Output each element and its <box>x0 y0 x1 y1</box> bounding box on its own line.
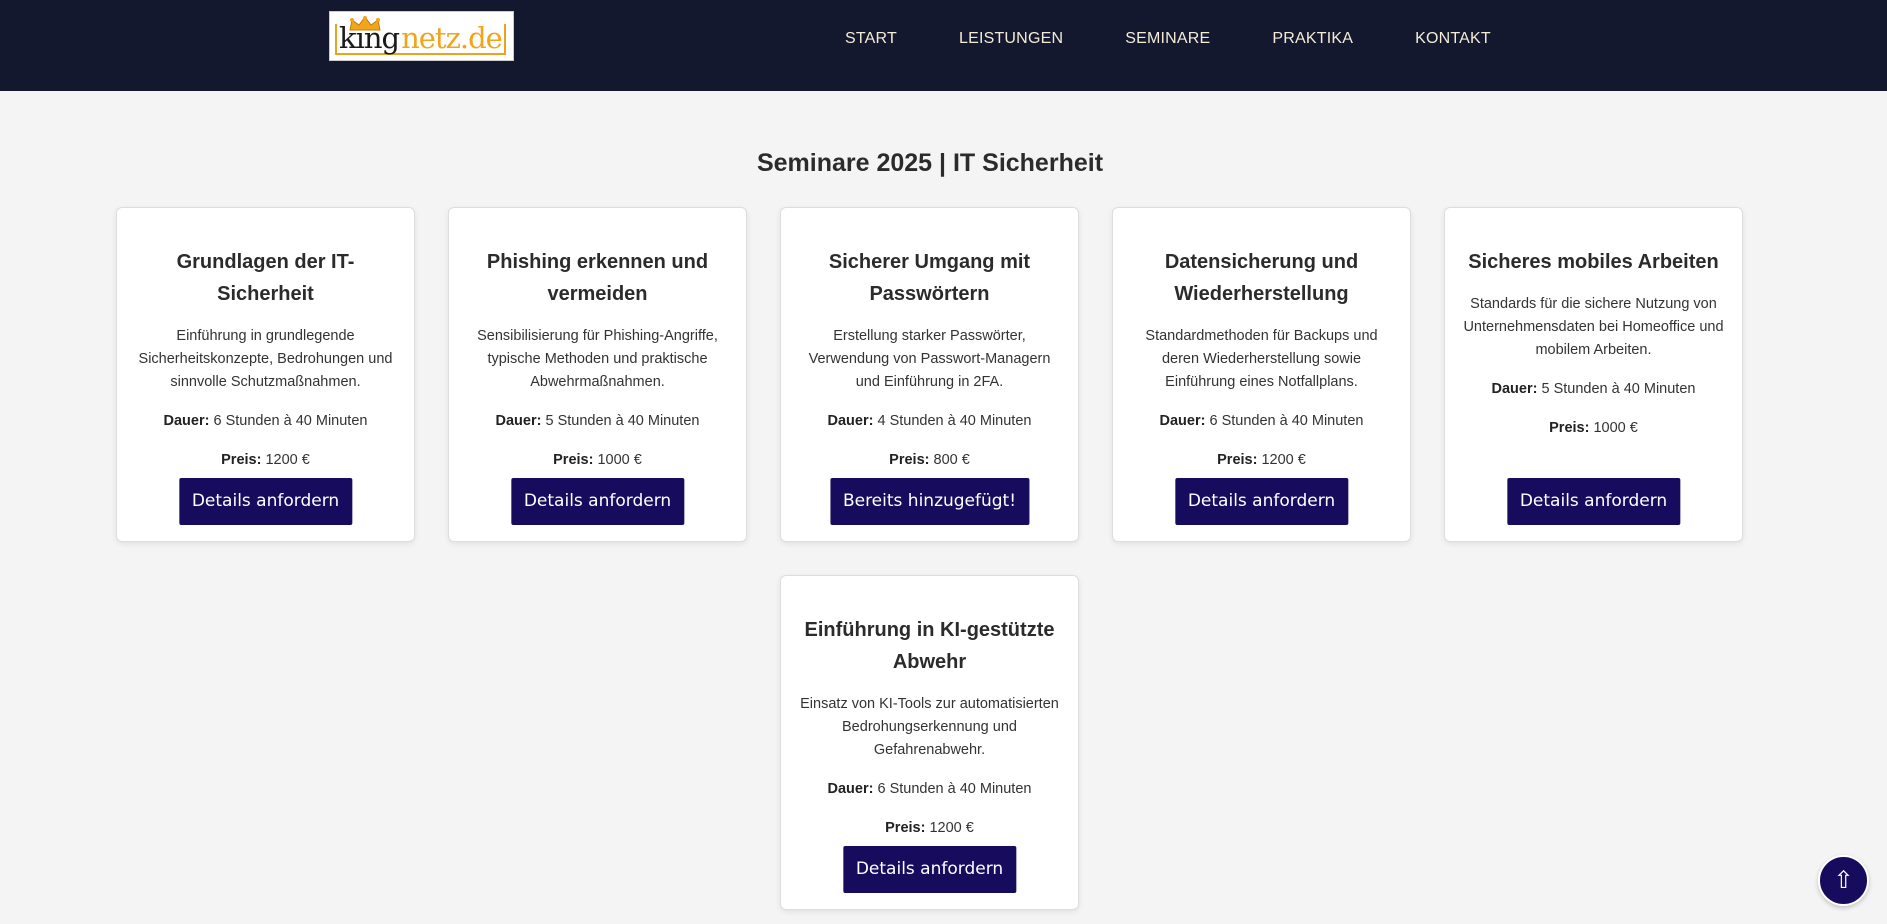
nav-leistungen[interactable]: LEISTUNGEN <box>959 30 1063 48</box>
price-label: Preis: <box>1549 420 1590 436</box>
arrow-up-icon: ⇧ <box>1833 867 1854 894</box>
seminar-duration: Dauer: 6 Stunden à 40 Minuten <box>799 778 1060 801</box>
seminar-price: Preis: 1200 € <box>135 449 396 472</box>
price-value: 1000 € <box>597 452 642 468</box>
price-label: Preis: <box>553 452 594 468</box>
duration-value: 5 Stunden à 40 Minuten <box>1541 381 1696 397</box>
details-request-button[interactable]: Details anfordern <box>178 478 353 525</box>
seminar-description: Standards für die sichere Nutzung von Un… <box>1463 296 1724 358</box>
duration-label: Dauer: <box>827 413 874 429</box>
seminar-price: Preis: 1200 € <box>1131 449 1392 472</box>
seminar-description: Einführung in grundlegende Sicherheitsko… <box>138 328 393 390</box>
seminar-duration: Dauer: 4 Stunden à 40 Minuten <box>799 410 1060 433</box>
price-value: 800 € <box>933 452 970 468</box>
crown-icon <box>349 16 381 31</box>
seminar-description: Erstellung starker Passwörter, Verwendun… <box>808 328 1051 390</box>
page-title: Seminare 2025 | IT Sicherheit <box>756 149 1104 177</box>
seminar-description: Sensibilisierung für Phishing-Angriffe, … <box>477 328 718 390</box>
duration-value: 4 Stunden à 40 Minuten <box>877 413 1032 429</box>
seminar-title: Sicheres mobiles Arbeiten <box>1468 251 1719 273</box>
nav-start[interactable]: START <box>845 30 897 48</box>
seminar-title: Grundlagen der IT-Sicherheit <box>176 251 355 305</box>
seminar-title: Einführung in KI-gestützte Abwehr <box>804 619 1055 673</box>
duration-label: Dauer: <box>1491 381 1538 397</box>
details-request-button[interactable]: Details anfordern <box>1174 478 1349 525</box>
seminar-card: Sicherer Umgang mit Passwörtern Erstellu… <box>780 207 1079 542</box>
price-label: Preis: <box>889 452 930 468</box>
already-added-button[interactable]: Bereits hinzugefügt! <box>829 478 1030 525</box>
seminar-duration: Dauer: 5 Stunden à 40 Minuten <box>1463 378 1724 401</box>
price-value: 1000 € <box>1593 420 1638 436</box>
price-value: 1200 € <box>1261 452 1306 468</box>
seminar-card: Phishing erkennen und vermeiden Sensibil… <box>448 207 747 542</box>
seminar-price: Preis: 800 € <box>799 449 1060 472</box>
nav-praktika[interactable]: PRAKTIKA <box>1272 30 1353 48</box>
seminar-card: Grundlagen der IT-Sicherheit Einführung … <box>116 207 415 542</box>
price-label: Preis: <box>1217 452 1258 468</box>
duration-value: 5 Stunden à 40 Minuten <box>545 413 700 429</box>
seminar-description: Einsatz von KI-Tools zur automatisierten… <box>800 696 1059 758</box>
seminar-price: Preis: 1000 € <box>467 449 728 472</box>
seminar-card: Sicheres mobiles Arbeiten Standards für … <box>1444 207 1743 542</box>
duration-label: Dauer: <box>163 413 210 429</box>
seminar-price: Preis: 1200 € <box>799 817 1060 840</box>
site-header: king netz.de START LEISTUNGEN SEMINARE PR… <box>0 0 1887 91</box>
price-value: 1200 € <box>265 452 310 468</box>
seminar-card: Datensicherung und Wiederherstellung Sta… <box>1112 207 1411 542</box>
site-logo[interactable]: king netz.de <box>329 11 514 61</box>
seminar-duration: Dauer: 6 Stunden à 40 Minuten <box>135 410 396 433</box>
details-request-button[interactable]: Details anfordern <box>510 478 685 525</box>
logo-text-netz: netz.de <box>401 24 506 55</box>
details-request-button[interactable]: Details anfordern <box>1506 478 1681 525</box>
duration-value: 6 Stunden à 40 Minuten <box>877 781 1032 797</box>
details-request-button[interactable]: Details anfordern <box>842 846 1017 893</box>
duration-label: Dauer: <box>1159 413 1206 429</box>
price-label: Preis: <box>221 452 262 468</box>
duration-value: 6 Stunden à 40 Minuten <box>213 413 368 429</box>
seminar-duration: Dauer: 5 Stunden à 40 Minuten <box>467 410 728 433</box>
seminar-card: Einführung in KI-gestützte Abwehr Einsat… <box>780 575 1079 910</box>
seminar-description: Standardmethoden für Backups und deren W… <box>1145 328 1378 390</box>
seminar-title: Sicherer Umgang mit Passwörtern <box>828 251 1031 305</box>
duration-label: Dauer: <box>495 413 542 429</box>
seminar-title: Datensicherung und Wiederherstellung <box>1164 251 1359 305</box>
duration-label: Dauer: <box>827 781 874 797</box>
price-value: 1200 € <box>929 820 974 836</box>
duration-value: 6 Stunden à 40 Minuten <box>1209 413 1364 429</box>
seminar-duration: Dauer: 6 Stunden à 40 Minuten <box>1131 410 1392 433</box>
nav-seminare[interactable]: SEMINARE <box>1125 30 1210 48</box>
nav-kontakt[interactable]: KONTAKT <box>1415 30 1491 48</box>
main-nav: START LEISTUNGEN SEMINARE PRAKTIKA KONTA… <box>845 0 1491 78</box>
price-label: Preis: <box>885 820 926 836</box>
back-to-top-button[interactable]: ⇧ <box>1818 855 1869 906</box>
seminar-price: Preis: 1000 € <box>1463 417 1724 440</box>
seminar-title: Phishing erkennen und vermeiden <box>486 251 709 305</box>
